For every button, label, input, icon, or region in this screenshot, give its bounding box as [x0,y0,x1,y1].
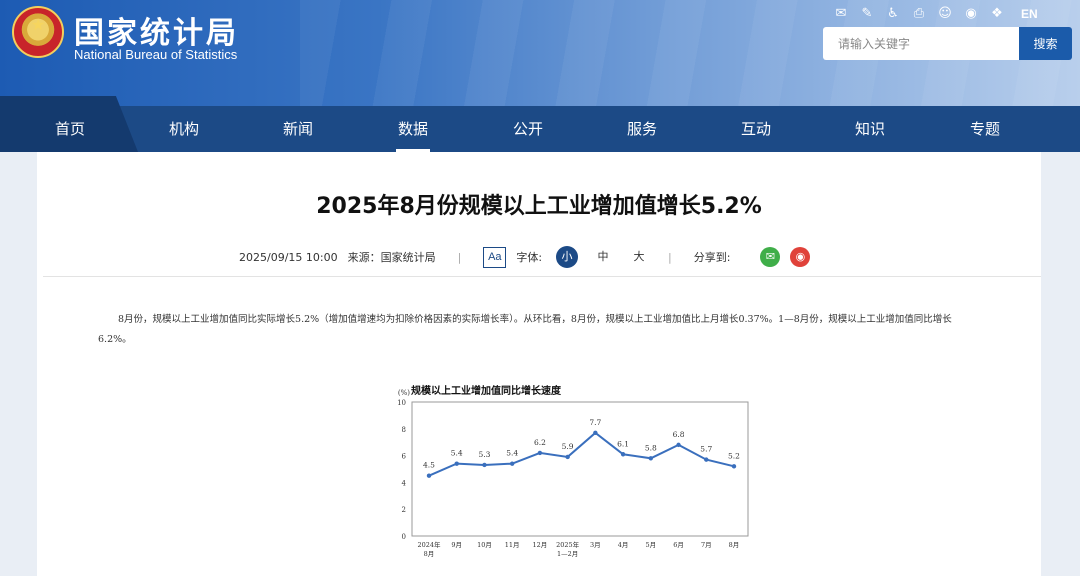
x-tick-label: 2024年 [417,540,441,549]
nav-item-interact[interactable]: 互动 [721,106,791,152]
data-label: 4.5 [423,461,435,470]
series-line [428,431,735,477]
y-tick-label: 8 [402,426,406,434]
site-logo-cn[interactable]: 国家统计局 [74,8,239,52]
weibo-icon[interactable]: ◉ [963,6,979,22]
meta-divider [43,276,1041,277]
data-point [509,461,515,466]
chart-plot-frame [411,401,749,537]
growth-line-chart: (%) 0 2 4 6 8 10 4.5 5.4 5.3 5.4 6.2 5.9 7.7 6.1 5.8 6.8… [397,389,749,558]
data-point [482,462,487,468]
site-logo-en[interactable]: National Bureau of Statistics [74,47,237,62]
article-datetime: 2025/09/15 10:00 [239,250,338,264]
nav-item-home[interactable]: 首页 [35,106,105,152]
x-tick-label: 4月 [618,541,629,549]
data-label: 5.4 [451,449,463,458]
page-gutter-left [0,152,37,576]
data-point [537,450,543,456]
accessibility-icon[interactable]: ♿ [885,6,901,22]
font-size-large[interactable]: 大 [628,246,650,268]
data-point [704,457,709,462]
x-tick-label: 3月 [590,541,601,549]
y-tick-label: 4 [402,479,407,487]
y-tick-label: 10 [397,399,406,407]
x-tick-label: 8月 [424,550,435,558]
search-input[interactable] [823,27,1019,60]
wechat-icon[interactable]: ❖ [989,6,1005,22]
nav-item-data[interactable]: 数据 [378,106,448,152]
data-label: 5.4 [506,449,518,458]
wechat-share-icon[interactable]: ✉ [760,247,781,267]
font-size-icon: Aa [483,246,507,268]
site-search: 搜索 [823,27,1072,60]
nav-item-knowledge[interactable]: 知识 [835,106,905,152]
robot-icon[interactable]: ☺ [937,6,953,22]
data-label: 5.3 [478,450,490,459]
x-tick-label: 9月 [451,541,462,549]
article-panel: 2025年8月份规模以上工业增加值增长5.2% 2025/09/15 10:00… [37,152,1041,576]
mail-icon[interactable]: ✉ [833,6,849,22]
data-label: 5.7 [700,445,712,454]
data-point [454,461,459,466]
page-gutter-right [1041,152,1080,576]
nav-item-open[interactable]: 公开 [493,106,563,152]
main-nav: 首页 机构 新闻 数据 公开 服务 互动 知识 专题 [0,96,1080,152]
article-meta: 2025/09/15 10:00 来源：国家统计局 | Aa 字体: 小 中 大… [239,246,811,268]
header-tools: ✉ ✎ ♿ ⎙ ☺ ◉ ❖ EN [833,6,1038,26]
data-label: 5.2 [728,451,740,460]
y-axis-unit-label: (%) [398,389,410,397]
data-point [426,473,432,478]
site-header: ★ 国家统计局 National Bureau of Statistics ✉ … [0,0,1080,106]
data-point [593,430,598,436]
meta-separator: | [668,250,672,264]
print-icon[interactable]: ⎙ [911,6,927,22]
article-source: 来源：国家统计局 [347,251,436,264]
data-label: 5.9 [562,442,574,451]
x-tick-label: 8月 [729,541,740,549]
share-label: 分享到: [693,251,731,264]
font-size-medium[interactable]: 中 [592,246,614,268]
meta-separator: | [457,250,462,264]
y-tick-label: 6 [402,453,407,461]
search-button[interactable]: 搜索 [1019,27,1072,60]
nav-item-institution[interactable]: 机构 [149,106,219,152]
data-label: 6.1 [617,439,629,448]
nav-item-topics[interactable]: 专题 [950,106,1020,152]
font-size-label: 字体: [516,251,543,264]
data-label: 6.8 [673,430,685,439]
x-tick-label: 2025年 [556,540,580,549]
feedback-icon[interactable]: ✎ [859,6,875,22]
y-tick-label: 0 [402,533,406,541]
weibo-share-icon[interactable]: ◉ [790,247,811,267]
nav-item-news[interactable]: 新闻 [263,106,333,152]
data-point [565,454,570,460]
article-paragraph: 8月份，规模以上工业增加值同比实际增长5.2%（增加值增速均为扣除价格因素的实际… [98,314,952,345]
y-tick-label: 2 [402,506,406,514]
nav-item-service[interactable]: 服务 [607,106,677,152]
data-point [731,464,737,469]
data-point [676,442,681,448]
x-tick-label: 5月 [645,541,656,549]
font-size-small[interactable]: 小 [556,246,579,268]
lang-switch-en[interactable]: EN [1021,6,1038,22]
national-emblem-icon: ★ [12,6,64,58]
x-tick-label: 11月 [505,541,520,549]
x-tick-label: 12月 [533,541,548,549]
data-point [648,456,654,461]
data-point [620,452,626,457]
data-label: 7.7 [589,418,601,427]
x-tick-label: 1—2月 [557,550,578,558]
x-tick-label: 10月 [477,541,492,549]
data-label: 5.8 [645,443,657,452]
article-title: 2025年8月份规模以上工业增加值增长5.2% [316,194,762,219]
data-label: 6.2 [534,438,546,447]
x-tick-label: 6月 [673,541,684,549]
x-tick-label: 7月 [701,541,712,549]
